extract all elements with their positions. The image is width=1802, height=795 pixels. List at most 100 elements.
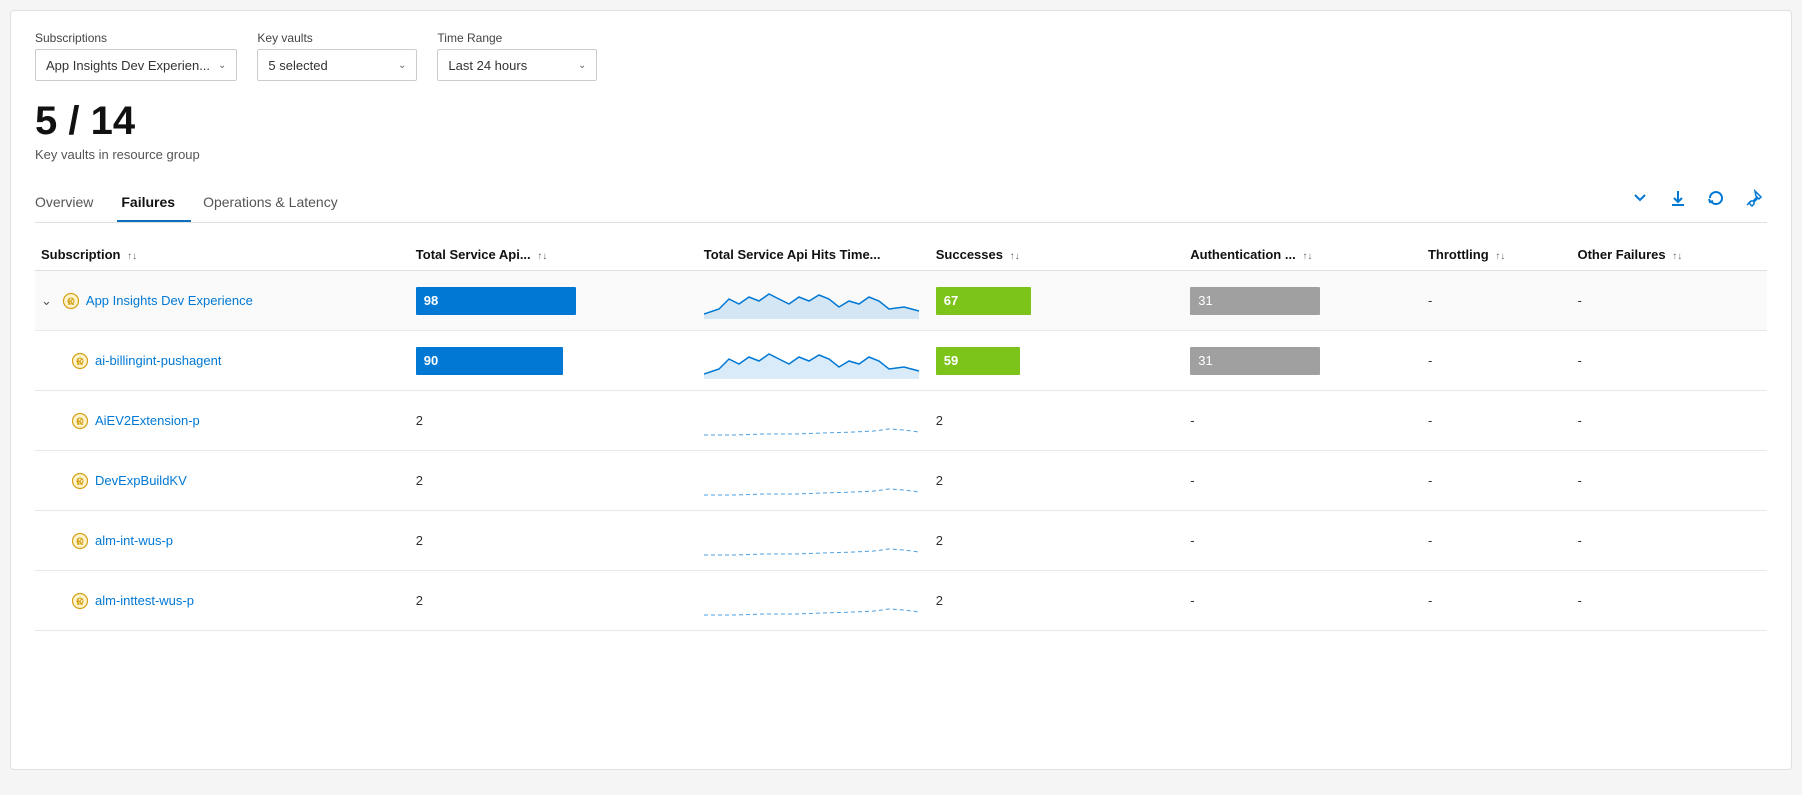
cell-successes: 2 [930,571,1184,631]
summary-count: 5 / 14 [35,99,1767,143]
cell-authentication: 31 [1184,271,1422,331]
cell-authentication: - [1184,451,1422,511]
summary-label: Key vaults in resource group [35,147,1767,162]
subscription-link[interactable]: App Insights Dev Experience [86,293,253,308]
subscriptions-chevron-icon: ⌄ [218,60,226,71]
timerange-filter: Time Range Last 24 hours ⌄ [437,31,597,81]
subscription-link[interactable]: AiEV2Extension-p [95,413,200,428]
cell-throttling: - [1422,331,1571,391]
sort-other-failures-icon[interactable]: ↑↓ [1672,251,1682,262]
cell-subscription: ⌄ K App Insights Dev Experience [35,271,410,331]
cell-successes: 2 [930,511,1184,571]
col-subscription: Subscription ↑↓ [35,239,410,271]
keyvaults-chevron-icon: ⌄ [398,60,406,71]
cell-successes: 2 [930,391,1184,451]
vault-icon: K [71,592,89,610]
cell-throttling: - [1422,391,1571,451]
timerange-chevron-icon: ⌄ [578,60,586,71]
table-row: K alm-inttest-wus-p 2 2 - - - [35,571,1767,631]
tabs-actions [1627,187,1767,222]
cell-other-failures: - [1571,511,1767,571]
sort-subscription-icon[interactable]: ↑↓ [127,251,137,262]
col-throttling: Throttling ↑↓ [1422,239,1571,271]
keyvaults-label: Key vaults [257,31,417,45]
timerange-value: Last 24 hours [448,58,527,73]
cell-sparkline [698,391,930,451]
cell-total-api: 2 [410,451,698,511]
main-container: Subscriptions App Insights Dev Experien.… [10,10,1792,770]
expand-row-icon[interactable]: ⌄ [41,293,52,309]
subscription-link[interactable]: DevExpBuildKV [95,473,187,488]
timerange-label: Time Range [437,31,597,45]
cell-throttling: - [1422,511,1571,571]
cell-authentication: - [1184,511,1422,571]
sort-authentication-icon[interactable]: ↑↓ [1302,251,1312,262]
sort-total-api-icon[interactable]: ↑↓ [537,251,547,262]
data-table: Subscription ↑↓ Total Service Api... ↑↓ … [35,239,1767,631]
tab-failures[interactable]: Failures [117,186,191,222]
tabs-row: Overview Failures Operations & Latency [35,186,1767,223]
keyvaults-dropdown[interactable]: 5 selected ⌄ [257,49,417,81]
subscription-link[interactable]: ai-billingint-pushagent [95,353,221,368]
col-total-api: Total Service Api... ↑↓ [410,239,698,271]
cell-other-failures: - [1571,331,1767,391]
cell-sparkline [698,511,930,571]
col-other-failures: Other Failures ↑↓ [1571,239,1767,271]
cell-authentication: 31 [1184,331,1422,391]
subscriptions-dropdown[interactable]: App Insights Dev Experien... ⌄ [35,49,237,81]
vault-icon: K [71,532,89,550]
cell-sparkline [698,571,930,631]
cell-other-failures: - [1571,571,1767,631]
keyvaults-filter: Key vaults 5 selected ⌄ [257,31,417,81]
cell-throttling: - [1422,451,1571,511]
cell-total-api: 2 [410,391,698,451]
table-row: K alm-int-wus-p 2 2 - - - [35,511,1767,571]
vault-icon: K [62,292,80,310]
sort-throttling-icon[interactable]: ↑↓ [1495,251,1505,262]
subscription-link[interactable]: alm-int-wus-p [95,533,173,548]
cell-total-api: 90 [410,331,698,391]
vault-icon: K [71,352,89,370]
cell-subscription: K alm-inttest-wus-p [35,571,410,631]
tab-overview[interactable]: Overview [35,186,109,222]
refresh-button[interactable] [1703,187,1729,214]
table-row: K DevExpBuildKV 2 2 - - - [35,451,1767,511]
col-successes: Successes ↑↓ [930,239,1184,271]
timerange-dropdown[interactable]: Last 24 hours ⌄ [437,49,597,81]
keyvaults-value: 5 selected [268,58,327,73]
cell-sparkline [698,451,930,511]
cell-throttling: - [1422,271,1571,331]
cell-other-failures: - [1571,391,1767,451]
subscription-link[interactable]: alm-inttest-wus-p [95,593,194,608]
cell-successes: 2 [930,451,1184,511]
cell-total-api: 2 [410,511,698,571]
subscriptions-filter: Subscriptions App Insights Dev Experien.… [35,31,237,81]
cell-subscription: K ai-billingint-pushagent [35,331,410,391]
cell-total-api: 98 [410,271,698,331]
subscriptions-label: Subscriptions [35,31,237,45]
cell-sparkline [698,331,930,391]
download-button[interactable] [1665,187,1691,214]
cell-authentication: - [1184,571,1422,631]
cell-subscription: K AiEV2Extension-p [35,391,410,451]
cell-total-api: 2 [410,571,698,631]
tab-operations-latency[interactable]: Operations & Latency [199,186,354,222]
subscriptions-value: App Insights Dev Experien... [46,58,210,73]
col-authentication: Authentication ... ↑↓ [1184,239,1422,271]
vault-icon: K [71,472,89,490]
table-row: K AiEV2Extension-p 2 2 - - - [35,391,1767,451]
expand-button[interactable] [1627,187,1653,214]
cell-successes: 59 [930,331,1184,391]
cell-subscription: K alm-int-wus-p [35,511,410,571]
cell-authentication: - [1184,391,1422,451]
sort-successes-icon[interactable]: ↑↓ [1010,251,1020,262]
cell-other-failures: - [1571,451,1767,511]
table-row: K ai-billingint-pushagent 90 59 31 [35,331,1767,391]
pin-button[interactable] [1741,187,1767,214]
cell-other-failures: - [1571,271,1767,331]
cell-successes: 67 [930,271,1184,331]
cell-sparkline [698,271,930,331]
vault-icon: K [71,412,89,430]
table-row: ⌄ K App Insights Dev Experience 98 67 [35,271,1767,331]
col-total-api-time: Total Service Api Hits Time... [698,239,930,271]
